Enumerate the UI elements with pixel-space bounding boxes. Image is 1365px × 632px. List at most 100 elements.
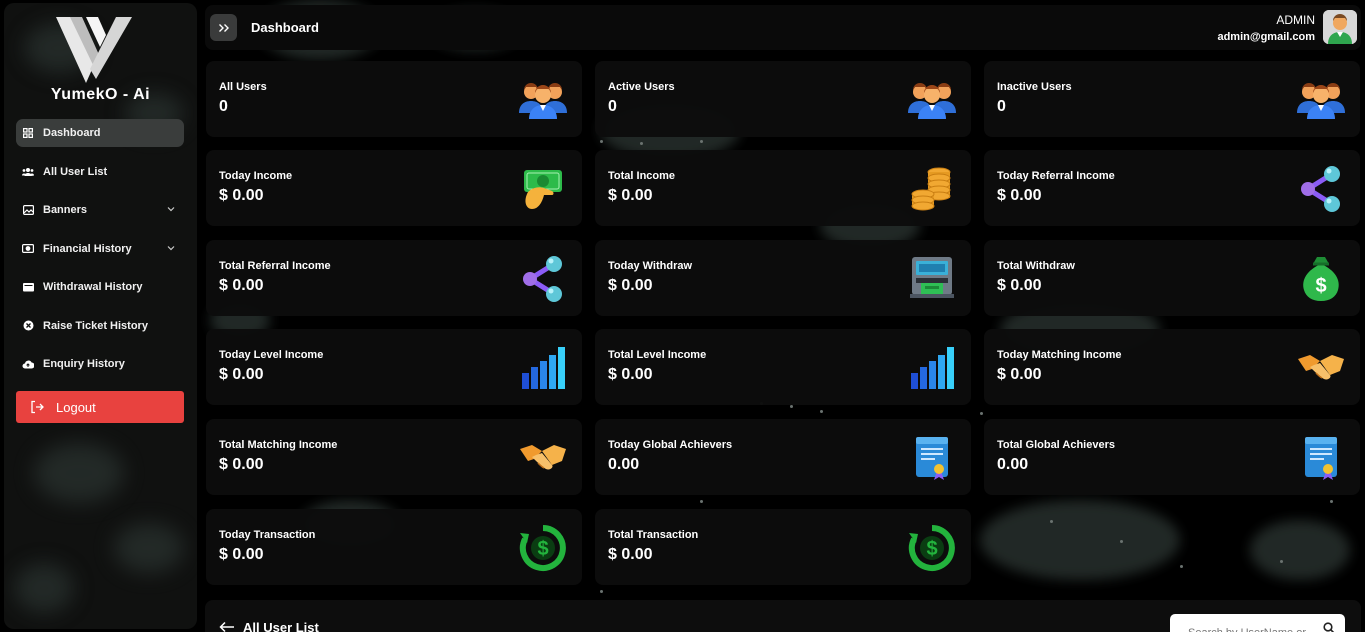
sidebar-toggle-button[interactable] <box>210 14 237 41</box>
stat-card-value: $ 0.00 <box>997 187 1042 204</box>
sidebar-nav: Dashboard All User List Banners Financia… <box>16 119 184 389</box>
sidebar-item-label: All User List <box>43 165 108 178</box>
stat-card-value: $ 0.00 <box>608 366 653 383</box>
stat-card-label: All Users <box>219 81 267 93</box>
user-list-title: All User List <box>243 620 319 632</box>
stat-card-value: 0 <box>997 98 1006 115</box>
certificate-icon <box>907 433 957 483</box>
double-chevron-right-icon <box>218 23 229 32</box>
stat-card-value: $ 0.00 <box>219 546 264 563</box>
sidebar-item-label: Dashboard <box>43 127 101 139</box>
chevron-down-icon <box>167 245 175 250</box>
admin-name: ADMIN <box>1276 13 1315 27</box>
coins-icon <box>907 164 957 214</box>
stat-card-label: Today Global Achievers <box>608 439 733 451</box>
brand-name: YumekO - Ai <box>50 86 151 103</box>
user-avatar-icon <box>1323 10 1357 44</box>
stat-card-label: Today Matching Income <box>997 349 1122 361</box>
users-icon <box>22 166 34 178</box>
sidebar-item-raise-ticket-history[interactable]: Raise Ticket History <box>16 312 184 340</box>
stat-card-value: 0 <box>608 98 617 115</box>
stat-card-value: $ 0.00 <box>219 366 264 383</box>
users-group-icon <box>518 75 568 125</box>
sidebar-item-dashboard[interactable]: Dashboard <box>16 119 184 147</box>
svg-text:$: $ <box>537 538 548 560</box>
stat-card-value: 0 <box>219 98 228 115</box>
stat-card-label: Total Referral Income <box>219 260 331 272</box>
stat-card-today-level-income[interactable]: Today Level Income $ 0.00 <box>206 329 582 405</box>
stat-card-value: $ 0.00 <box>608 546 653 563</box>
cloud-upload-icon <box>22 358 34 370</box>
sidebar-item-label: Banners <box>43 204 88 216</box>
certificate-icon <box>1296 433 1346 483</box>
stat-card-value: $ 0.00 <box>219 187 264 204</box>
stat-card-value: $ 0.00 <box>608 277 653 294</box>
stat-card-label: Today Level Income <box>219 349 324 361</box>
stat-card-value: 0.00 <box>997 456 1029 473</box>
share-nodes-icon <box>1296 164 1346 214</box>
search-input[interactable] <box>1170 614 1345 632</box>
stat-card-label: Today Income <box>219 170 293 182</box>
arrow-left-icon[interactable] <box>219 621 235 632</box>
wallet-icon <box>22 281 34 293</box>
stat-card-all-users[interactable]: All Users 0 <box>206 61 582 137</box>
money-bag-icon: $ <box>1296 254 1346 304</box>
stat-card-today-transaction[interactable]: Today Transaction $ 0.00 $ <box>206 509 582 585</box>
stat-card-value: 0.00 <box>608 456 640 473</box>
stat-card-total-transaction[interactable]: Total Transaction $ 0.00 $ <box>595 509 971 585</box>
stat-card-today-withdraw[interactable]: Today Withdraw $ 0.00 <box>595 240 971 316</box>
stat-card-label: Today Transaction <box>219 529 316 541</box>
search-icon <box>1323 622 1335 632</box>
admin-email: admin@gmail.com <box>1217 31 1315 43</box>
stat-card-value: $ 0.00 <box>997 277 1042 294</box>
stat-card-active-users[interactable]: Active Users 0 <box>595 61 971 137</box>
stat-card-total-matching-income[interactable]: Total Matching Income $ 0.00 <box>206 419 582 495</box>
sidebar-item-financial-history[interactable]: Financial History <box>16 235 184 263</box>
dollar-refresh-icon: $ <box>518 523 568 573</box>
stat-card-inactive-users[interactable]: Inactive Users 0 <box>984 61 1360 137</box>
sidebar-item-label: Raise Ticket History <box>43 319 148 332</box>
stat-card-total-withdraw[interactable]: Total Withdraw $ 0.00 $ <box>984 240 1360 316</box>
handshake-icon <box>1296 343 1346 393</box>
sidebar-item-label: Withdrawal History <box>43 281 143 293</box>
stat-card-value: $ 0.00 <box>608 187 653 204</box>
user-list-panel: All User List <box>205 600 1361 632</box>
stat-card-total-income[interactable]: Total Income $ 0.00 <box>595 150 971 226</box>
stat-card-today-referral-income[interactable]: Today Referral Income $ 0.00 <box>984 150 1360 226</box>
sidebar-item-enquiry-history[interactable]: Enquiry History <box>16 350 184 378</box>
stat-card-label: Active Users <box>608 81 675 93</box>
stat-card-label: Today Withdraw <box>608 260 693 272</box>
stat-card-today-matching-income[interactable]: Today Matching Income $ 0.00 <box>984 329 1360 405</box>
stat-card-total-global-achievers[interactable]: Total Global Achievers 0.00 <box>984 419 1360 495</box>
x-circle-icon <box>22 320 34 332</box>
atm-icon <box>907 254 957 304</box>
dollar-refresh-icon: $ <box>907 523 957 573</box>
stat-card-label: Total Income <box>608 170 676 182</box>
stat-card-value: $ 0.00 <box>219 456 264 473</box>
cash-hand-icon <box>518 164 568 214</box>
stat-card-label: Total Matching Income <box>219 439 338 451</box>
users-group-icon <box>907 75 957 125</box>
sidebar-item-withdrawal-history[interactable]: Withdrawal History <box>16 273 184 301</box>
stat-card-today-income[interactable]: Today Income $ 0.00 <box>206 150 582 226</box>
stat-card-label: Today Referral Income <box>997 170 1115 182</box>
svg-text:$: $ <box>1315 275 1326 297</box>
handshake-icon <box>518 433 568 483</box>
stat-card-label: Total Transaction <box>608 529 699 541</box>
stat-card-total-level-income[interactable]: Total Level Income $ 0.00 <box>595 329 971 405</box>
top-header: Dashboard ADMIN admin@gmail.com <box>205 5 1361 50</box>
image-icon <box>22 204 34 216</box>
logout-button[interactable]: Logout <box>16 391 184 423</box>
stat-card-today-global-achievers[interactable]: Today Global Achievers 0.00 <box>595 419 971 495</box>
sidebar-item-all-user-list[interactable]: All User List <box>16 158 184 186</box>
stat-card-label: Total Level Income <box>608 349 707 361</box>
money-icon <box>22 243 34 255</box>
avatar[interactable] <box>1323 10 1357 44</box>
brand-logo <box>56 17 132 83</box>
users-group-icon <box>1296 75 1346 125</box>
page-title: Dashboard <box>251 20 319 35</box>
sidebar-item-banners[interactable]: Banners <box>16 196 184 224</box>
bar-chart-icon <box>518 343 568 393</box>
stat-card-total-referral-income[interactable]: Total Referral Income $ 0.00 <box>206 240 582 316</box>
logout-icon <box>31 400 44 414</box>
